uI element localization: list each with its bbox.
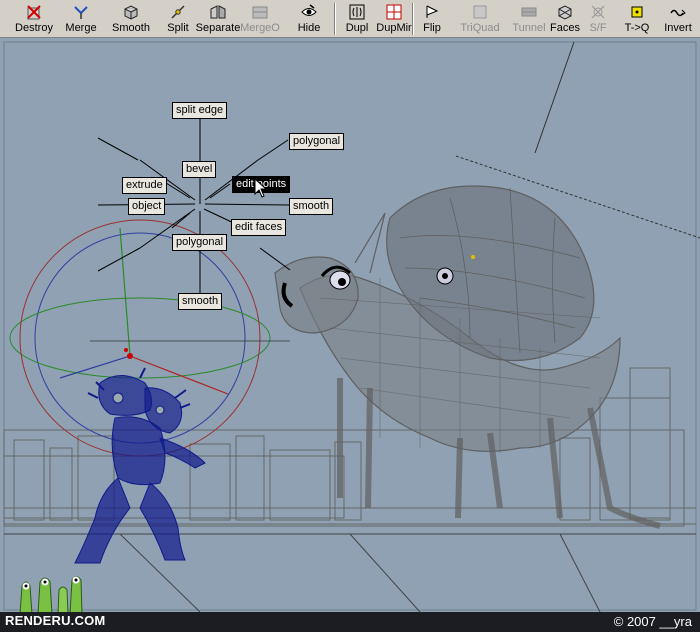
3d-viewport[interactable]: split edge polygonal bevel edit points e… <box>0 38 700 612</box>
flip-label: Flip <box>423 22 441 34</box>
smooth-flat-button[interactable]: S/F <box>584 0 612 38</box>
smooth-button[interactable]: Smooth <box>108 0 154 38</box>
menu-item-edit-faces[interactable]: edit faces <box>231 219 287 236</box>
smooth-label: Smooth <box>112 22 150 34</box>
duplicate-icon <box>349 4 365 20</box>
menu-item-split-edge[interactable]: split edge <box>172 102 228 119</box>
invert-button[interactable]: Invert <box>660 0 696 38</box>
hide-label: Hide <box>297 22 321 34</box>
duplicate-mirror-label: DupMir <box>376 22 412 34</box>
smooth-cube-icon <box>124 5 138 20</box>
tri-to-quad-button[interactable]: T->Q <box>622 0 652 38</box>
duplicate-mirror-icon <box>386 4 402 20</box>
tunnel-button[interactable]: Tunnel <box>510 0 548 38</box>
scene-line <box>534 41 575 154</box>
renderu-mascot-logo <box>19 576 83 614</box>
menu-item-polygonal-top[interactable]: polygonal <box>289 133 345 150</box>
merge-button[interactable]: Merge <box>62 0 100 38</box>
split-button[interactable]: Split <box>162 0 194 38</box>
faces-icon <box>558 5 572 20</box>
destroy-icon <box>27 5 41 20</box>
menu-item-smooth-bottom[interactable]: smooth <box>178 293 223 310</box>
menu-item-extrude[interactable]: extrude <box>122 177 167 194</box>
duplicate-mirror-button[interactable]: DupMir <box>374 0 414 38</box>
tunnel-icon <box>521 7 537 17</box>
menu-item-smooth-right[interactable]: smooth <box>289 198 334 215</box>
merge-objects-label: MergeO <box>240 22 280 34</box>
footer-bar: RENDERU.COM © 2007 __yra <box>0 612 700 632</box>
merge-objects-button[interactable]: MergeO <box>240 0 280 38</box>
duplicate-button[interactable]: Dupl <box>340 0 374 38</box>
mouse-cursor-icon <box>254 178 268 198</box>
hide-button[interactable]: Hide <box>292 0 326 38</box>
eye-icon <box>301 4 317 16</box>
brand-logo-text: RENDERU.COM <box>5 613 106 628</box>
ground-grid <box>4 533 696 612</box>
merge-label: Merge <box>65 22 97 34</box>
toolbar: Destroy Merge Smooth Split Separate Merg… <box>0 0 700 38</box>
menu-item-object[interactable]: object <box>128 198 166 215</box>
marking-menu-spokes <box>97 118 291 294</box>
smooth-flat-label: S/F <box>589 22 607 34</box>
tri-to-quad-icon <box>631 6 643 18</box>
flip-icon <box>426 5 439 18</box>
triquad-button[interactable]: TriQuad <box>458 0 502 38</box>
smooth-flat-icon <box>591 5 605 19</box>
grey-creature-mesh <box>274 185 661 529</box>
split-icon <box>171 5 185 19</box>
copyright-text: © 2007 __yra <box>613 614 692 629</box>
menu-item-polygonal-bottom[interactable]: polygonal <box>172 234 228 251</box>
invert-label: Invert <box>664 22 692 34</box>
destroy-button[interactable]: Destroy <box>12 0 56 38</box>
destroy-label: Destroy <box>15 22 53 34</box>
triquad-label: TriQuad <box>460 22 500 34</box>
triquad-icon <box>473 5 487 19</box>
viewport-scene <box>3 41 700 612</box>
flip-button[interactable]: Flip <box>418 0 446 38</box>
menu-item-bevel[interactable]: bevel <box>182 161 217 178</box>
tri-to-quad-label: T->Q <box>624 22 650 34</box>
faces-button[interactable]: Faces <box>548 0 582 38</box>
merge-objects-icon <box>252 6 268 19</box>
invert-icon <box>670 9 686 17</box>
merge-icon <box>74 6 88 19</box>
separate-icon <box>210 5 226 19</box>
separate-button[interactable]: Separate <box>196 0 240 38</box>
